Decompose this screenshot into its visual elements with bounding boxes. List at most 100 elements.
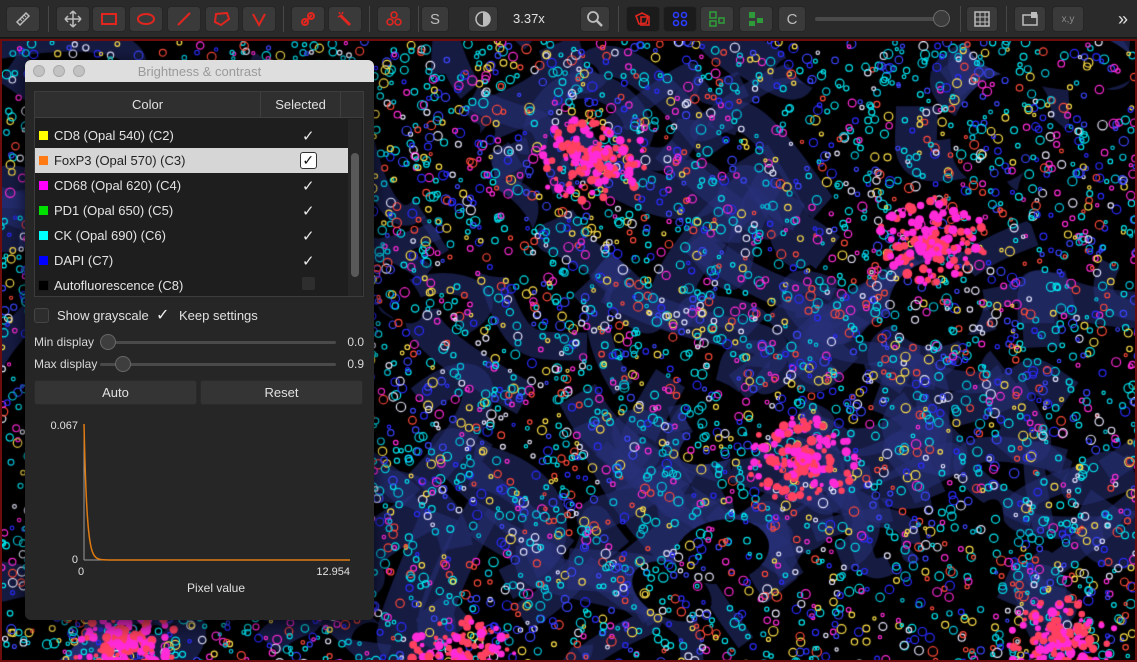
show-grayscale-checkbox[interactable] [34, 308, 49, 323]
check-icon: ✓ [301, 127, 315, 145]
measure-tool-button[interactable] [6, 6, 40, 32]
histogram-y-min-label: 0 [72, 554, 78, 566]
max-display-slider-knob[interactable] [115, 356, 131, 372]
toolbar-separator [618, 6, 619, 32]
channel-row[interactable]: CK (Opal 690) (C6) ✓ [35, 223, 348, 248]
channel-name: FoxP3 (Opal 570) (C3) [53, 153, 186, 168]
channel-color-swatch [38, 280, 49, 291]
channel-selected-checkbox[interactable]: ✓ [269, 202, 348, 220]
polyline-icon [252, 13, 266, 28]
line-tool-button[interactable] [167, 6, 201, 32]
brush-tool-button[interactable] [291, 6, 325, 32]
zoom-to-fit-button[interactable] [580, 6, 610, 32]
show-location-button[interactable]: x,y [1052, 6, 1084, 32]
channel-name: CK (Opal 690) (C6) [53, 228, 166, 243]
contrast-icon [475, 11, 491, 27]
ellipse-tool-button[interactable] [129, 6, 163, 32]
toolbar-overflow-button[interactable]: » [1110, 6, 1136, 32]
max-display-value: 0.9 [347, 357, 364, 371]
channel-row[interactable]: FoxP3 (Opal 570) (C3) ✓ [35, 148, 348, 173]
channel-name: CD8 (Opal 540) (C2) [53, 128, 174, 143]
show-overview-button[interactable] [1014, 6, 1046, 32]
selection-mode-label: S [429, 10, 440, 28]
points-tool-button[interactable] [377, 6, 411, 32]
empty-checkbox [301, 277, 315, 290]
show-annotations-button[interactable] [626, 6, 660, 32]
min-display-row: Min display 0.0 [34, 333, 364, 351]
opacity-slider[interactable] [815, 17, 950, 21]
channel-row[interactable]: DAPI (C7) ✓ [35, 248, 348, 273]
channel-color-swatch [39, 131, 48, 140]
histogram-curve [83, 423, 350, 561]
move-icon [64, 10, 82, 28]
keep-settings-label: Keep settings [179, 308, 258, 323]
keep-settings-checkbox[interactable]: ✓ [156, 308, 171, 324]
toolbar-separator [960, 6, 961, 32]
toolbar-separator [1006, 6, 1007, 32]
toolbar-separator [369, 6, 370, 32]
channel-name: Autofluorescence (C8) [53, 278, 184, 293]
polygon-tool-button[interactable] [205, 6, 239, 32]
zoom-level: 3.37x [513, 11, 545, 26]
max-display-slider[interactable] [100, 363, 336, 366]
show-grayscale-option[interactable]: Show grayscale [34, 308, 149, 323]
histogram-x-min-label: 0 [78, 566, 84, 578]
overview-icon [1022, 12, 1038, 26]
channel-row[interactable]: CD8 (Opal 540) (C2) ✓ [35, 123, 348, 148]
min-display-slider[interactable] [100, 341, 336, 344]
opacity-slider-knob[interactable] [933, 10, 950, 27]
show-grayscale-label: Show grayscale [57, 308, 149, 323]
check-icon: ✓ [301, 227, 315, 245]
channel-color-swatch [39, 181, 48, 190]
min-display-slider-knob[interactable] [100, 334, 116, 350]
column-header-color[interactable]: Color [35, 92, 261, 118]
column-header-selected[interactable]: Selected [261, 92, 341, 118]
channel-row[interactable]: PD1 (Opal 650) (C5) ✓ [35, 198, 348, 223]
show-detections-button[interactable] [700, 6, 734, 32]
brightness-contrast-button[interactable] [468, 6, 498, 32]
check-icon: ✓ [301, 252, 315, 270]
wand-icon [337, 11, 352, 27]
ellipse-icon [137, 13, 155, 25]
channel-table-scrollbar[interactable] [348, 119, 362, 296]
detections-icon [709, 11, 725, 27]
show-grid-button[interactable] [966, 6, 998, 32]
connections-label: C [786, 10, 798, 28]
check-icon: ✓ [301, 202, 315, 220]
brightness-contrast-dialog: Brightness & contrast Color Selected CD8… [25, 60, 374, 620]
channel-selected-checkbox[interactable]: ✓ [269, 152, 348, 169]
polyline-tool-button[interactable] [242, 6, 276, 32]
rectangle-tool-button[interactable] [92, 6, 126, 32]
line-icon [177, 12, 191, 26]
selection-mode-button[interactable]: S [421, 6, 449, 32]
annotations-icon [634, 12, 650, 26]
fill-detections-button[interactable] [739, 6, 773, 32]
channel-selected-checkbox[interactable]: ✓ [269, 127, 348, 145]
scrollbar-thumb[interactable] [351, 153, 359, 277]
channel-row[interactable]: Autofluorescence (C8) [35, 273, 348, 296]
channel-selected-checkbox[interactable]: ✓ [269, 177, 348, 195]
channel-row[interactable]: CD68 (Opal 620) (C4) ✓ [35, 173, 348, 198]
toolbar-separator [283, 6, 284, 32]
dialog-title: Brightness & contrast [137, 64, 262, 79]
auto-button[interactable]: Auto [34, 380, 197, 405]
histogram-y-max-label: 0.067 [50, 420, 78, 432]
move-tool-button[interactable] [56, 6, 90, 32]
channel-selected-checkbox[interactable] [269, 277, 348, 294]
check-icon: ✓ [299, 152, 317, 169]
location-label: x,y [1061, 13, 1075, 25]
points-icon [386, 11, 402, 26]
channel-name: DAPI (C7) [53, 253, 114, 268]
show-connections-button[interactable]: C [778, 6, 806, 32]
reset-button[interactable]: Reset [200, 380, 363, 405]
channel-name: CD68 (Opal 620) (C4) [53, 178, 182, 193]
link-icon [301, 12, 315, 26]
dialog-titlebar[interactable]: Brightness & contrast [25, 60, 374, 82]
zoom-icon [587, 11, 603, 27]
show-tma-grid-button[interactable] [663, 6, 697, 32]
channel-selected-checkbox[interactable]: ✓ [269, 227, 348, 245]
keep-settings-option[interactable]: ✓ Keep settings [156, 308, 258, 324]
toolbar-separator [418, 6, 419, 32]
wand-tool-button[interactable] [328, 6, 362, 32]
channel-selected-checkbox[interactable]: ✓ [269, 252, 348, 270]
